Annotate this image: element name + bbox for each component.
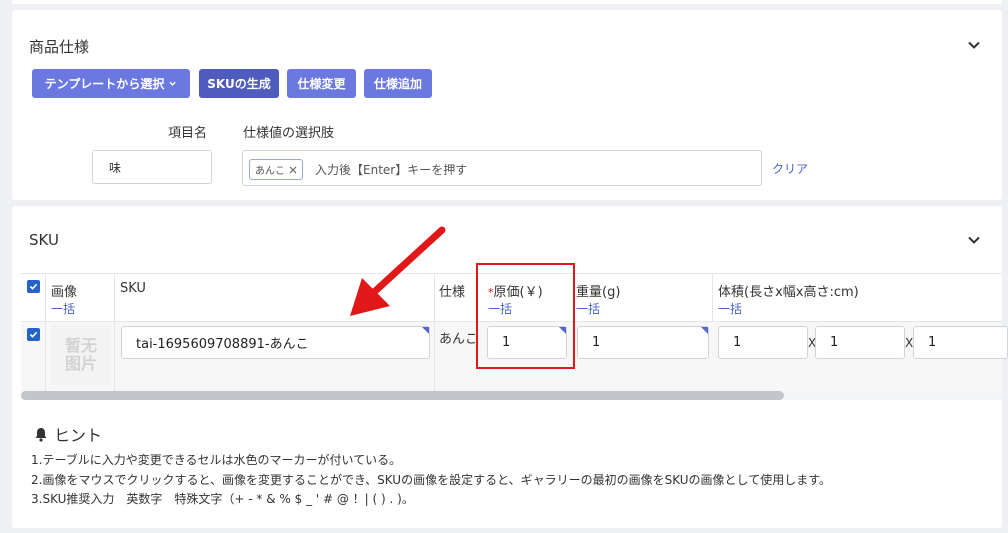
hint-line: 1.テーブルに入力や変更できるセルは水色のマーカーが付いている。: [31, 453, 402, 467]
item-name-field[interactable]: 味: [92, 150, 212, 184]
bulk-edit-image-link[interactable]: 一括: [51, 300, 75, 317]
column-header-sku: SKU: [120, 281, 146, 296]
image-placeholder-text: 暂无: [64, 336, 97, 355]
row-checkbox[interactable]: [27, 328, 40, 341]
column-divider: [114, 273, 115, 391]
hint-title-text: ヒント: [54, 426, 103, 445]
dimension-separator: X: [905, 336, 914, 350]
template-select-label: テンプレートから選択: [44, 77, 165, 91]
select-all-checkbox[interactable]: [27, 280, 40, 293]
item-name-value: 味: [109, 160, 122, 175]
change-spec-button[interactable]: 仕様変更: [287, 69, 356, 98]
annotation-arrow-icon: [350, 226, 446, 316]
bulk-edit-weight-link[interactable]: 一括: [576, 300, 600, 317]
spec-value: あんこ: [439, 332, 475, 347]
length-input[interactable]: 1: [718, 326, 808, 359]
previous-card-edge: [12, 0, 1002, 4]
spec-options-placeholder: 入力後【Enter】キーを押す: [315, 163, 468, 177]
width-value: 1: [830, 335, 839, 350]
chevron-down-icon[interactable]: [967, 38, 981, 52]
spec-options-label: 仕様値の選択肢: [243, 126, 335, 141]
change-spec-label: 仕様変更: [297, 77, 346, 91]
image-placeholder-text: 图片: [64, 354, 97, 373]
sku-section-title: SKU: [29, 231, 59, 249]
bell-icon: [35, 427, 47, 442]
check-icon: [29, 283, 38, 290]
generate-sku-label: SKUの生成: [207, 77, 271, 91]
spec-section-title: 商品仕様: [29, 38, 90, 56]
editable-marker: [422, 327, 429, 334]
spec-tag-label: あんこ: [255, 166, 285, 177]
hint-title: ヒント: [34, 422, 102, 446]
add-spec-label: 仕様追加: [373, 77, 422, 91]
close-icon[interactable]: [289, 166, 297, 174]
editable-marker: [701, 327, 708, 334]
bulk-edit-volume-link[interactable]: 一括: [718, 300, 742, 317]
column-divider: [45, 273, 46, 391]
clear-link[interactable]: クリア: [772, 160, 808, 177]
length-value: 1: [733, 335, 742, 350]
spec-options-field[interactable]: あんこ 入力後【Enter】キーを押す: [242, 150, 762, 186]
hint-line: 3.SKU推奨入力 英数字 特殊文字（+ - * & % $ _ ' # @ ！…: [31, 492, 414, 506]
item-name-label: 項目名: [168, 126, 208, 141]
highlight-box: [476, 263, 575, 369]
height-value: 1: [928, 335, 937, 350]
column-divider: [712, 273, 713, 321]
template-select-button[interactable]: テンプレートから選択: [32, 69, 190, 98]
weight-input[interactable]: 1: [577, 326, 709, 359]
check-icon: [29, 331, 38, 338]
sku-code-value: tai-1695609708891-あんこ: [136, 337, 309, 352]
width-input[interactable]: 1: [815, 326, 905, 359]
column-header-image: 画像: [51, 285, 78, 300]
add-spec-button[interactable]: 仕様追加: [364, 69, 432, 98]
height-input[interactable]: 1: [913, 326, 1008, 359]
sku-code-input[interactable]: tai-1695609708891-あんこ: [121, 326, 430, 359]
hint-line: 2.画像をマウスでクリックすると、画像を変更することができ、SKUの画像を設定す…: [31, 473, 831, 487]
weight-value: 1: [592, 335, 601, 350]
horizontal-scrollbar-thumb[interactable]: [21, 391, 784, 400]
generate-sku-button[interactable]: SKUの生成: [199, 69, 279, 98]
chevron-down-icon: [169, 81, 177, 86]
spec-tag: あんこ: [249, 159, 303, 180]
column-header-weight: 重量(g): [576, 285, 621, 300]
chevron-down-icon[interactable]: [967, 233, 981, 247]
column-header-volume: 体積(長さx幅x高さ:cm): [718, 285, 859, 300]
sku-image-placeholder[interactable]: 暂无 图片: [51, 325, 111, 385]
